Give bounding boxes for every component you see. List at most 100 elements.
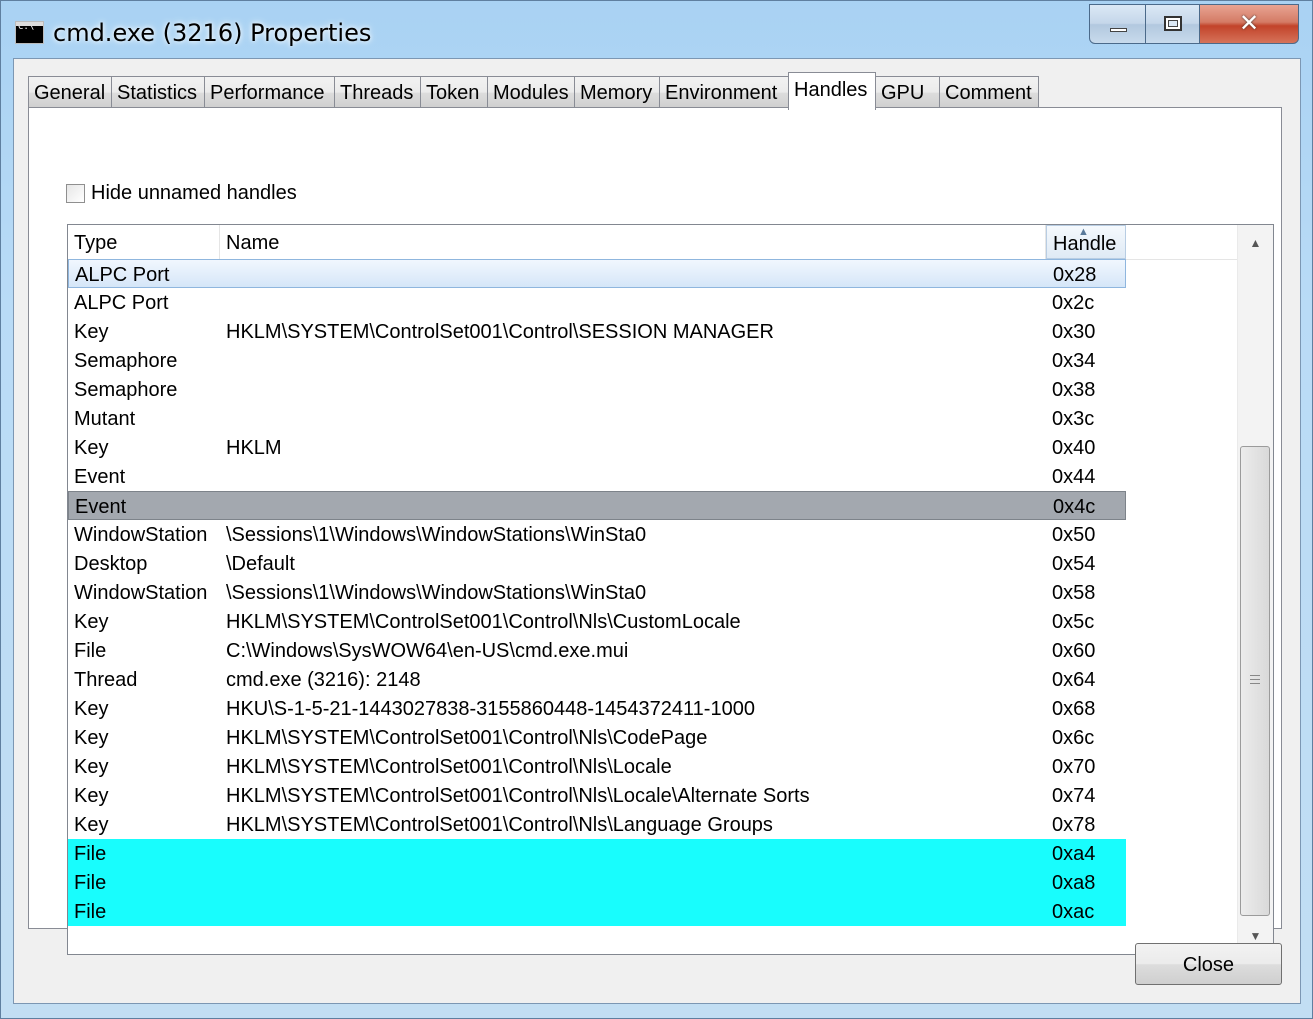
cell-type: Semaphore <box>74 350 178 372</box>
cell-handle: 0x4c <box>1053 496 1096 518</box>
table-row[interactable]: File 0xa8 <box>68 868 1126 897</box>
table-row[interactable]: Key HKLM\SYSTEM\ControlSet001\Control\Nls… <box>68 810 1126 839</box>
cell-handle: 0x34 <box>1052 350 1096 372</box>
table-row[interactable]: Key HKLM\SYSTEM\ControlSet001\Control\Nls… <box>68 752 1126 781</box>
cell-type: Key <box>74 611 109 633</box>
table-row[interactable]: Key HKLM\SYSTEM\ControlSet001\Control\Nls… <box>68 723 1126 752</box>
title-bar[interactable]: C:\ cmd.exe (3216) Properties ✕ <box>1 1 1313 59</box>
cell-type: ALPC Port <box>75 264 170 286</box>
hide-unnamed-label[interactable]: Hide unnamed handles <box>91 182 297 205</box>
tab-environment[interactable]: Environment <box>659 76 789 108</box>
table-row[interactable]: Event 0x4c <box>68 491 1126 520</box>
cell-type: Key <box>74 437 109 459</box>
handles-list[interactable]: Type Name ▲ Handle ALPC Port 0x28 ALPC Por… <box>67 224 1274 955</box>
tab-handles[interactable]: Handles <box>788 72 876 110</box>
cell-handle: 0x50 <box>1052 524 1096 546</box>
table-row[interactable]: WindowStation \Sessions\1\Windows\WindowS… <box>68 578 1126 607</box>
cell-handle: 0x44 <box>1052 466 1096 488</box>
table-row[interactable]: Key HKLM\SYSTEM\ControlSet001\Control\Nls… <box>68 607 1126 636</box>
scrollbar-thumb[interactable] <box>1240 446 1270 916</box>
column-header-handle[interactable]: ▲ Handle <box>1046 225 1126 259</box>
close-icon: ✕ <box>1238 9 1260 37</box>
cell-name: C:\Windows\SysWOW64\en-US\cmd.exe.mui <box>226 640 629 662</box>
table-row[interactable]: ALPC Port 0x28 <box>68 259 1126 288</box>
cell-type: Key <box>74 814 109 836</box>
cell-name: cmd.exe (3216): 2148 <box>226 669 421 691</box>
cell-handle: 0x70 <box>1052 756 1096 778</box>
table-row[interactable]: Semaphore 0x34 <box>68 346 1126 375</box>
cell-name: HKLM\SYSTEM\ControlSet001\Control\Nls\La… <box>226 814 773 836</box>
cell-type: Key <box>74 698 109 720</box>
cell-name: HKLM\SYSTEM\ControlSet001\Control\Nls\Co… <box>226 727 708 749</box>
console-icon: C:\ <box>15 21 44 44</box>
tab-modules[interactable]: Modules <box>487 76 575 108</box>
scroll-up-arrow-icon[interactable]: ▲ <box>1238 225 1273 261</box>
cell-handle: 0x78 <box>1052 814 1096 836</box>
table-row[interactable]: Key HKLM\SYSTEM\ControlSet001\Control\Nls… <box>68 781 1126 810</box>
cell-type: WindowStation <box>74 582 208 604</box>
table-row[interactable]: Event 0x44 <box>68 462 1126 491</box>
cell-type: Mutant <box>74 408 136 430</box>
column-header-type[interactable]: Type <box>68 225 220 259</box>
cell-type: Desktop <box>74 553 148 575</box>
vertical-scrollbar[interactable]: ▲ ▼ <box>1237 225 1273 954</box>
cell-type: Event <box>74 466 126 488</box>
table-row[interactable]: Key HKLM\SYSTEM\ControlSet001\Control\SES… <box>68 317 1126 346</box>
cell-name: HKLM\SYSTEM\ControlSet001\Control\Nls\Lo… <box>226 785 810 807</box>
cell-handle: 0x74 <box>1052 785 1096 807</box>
cell-name: \Sessions\1\Windows\WindowStations\WinSt… <box>226 582 647 604</box>
table-row[interactable]: ALPC Port 0x2c <box>68 288 1126 317</box>
table-row[interactable]: File 0xac <box>68 897 1126 926</box>
cell-handle: 0x28 <box>1053 264 1097 286</box>
cell-type: Event <box>75 496 127 518</box>
table-row[interactable]: Key HKU\S-1-5-21-1443027838-3155860448-14… <box>68 694 1126 723</box>
window-close-button[interactable]: ✕ <box>1199 4 1299 44</box>
table-row[interactable]: File 0xa4 <box>68 839 1126 868</box>
tab-gpu[interactable]: GPU <box>875 76 940 108</box>
hide-unnamed-checkbox[interactable] <box>66 184 85 203</box>
column-header-name[interactable]: Name <box>220 225 1046 259</box>
cell-type: Key <box>74 321 109 343</box>
window-title: cmd.exe (3216) Properties <box>53 19 372 47</box>
cell-handle: 0x30 <box>1052 321 1096 343</box>
cell-name: HKLM\SYSTEM\ControlSet001\Control\SESSIO… <box>226 321 774 343</box>
cell-type: File <box>74 640 107 662</box>
table-row[interactable]: Thread cmd.exe (3216): 2148 0x64 <box>68 665 1126 694</box>
caption-buttons: ✕ <box>1089 4 1299 46</box>
table-row[interactable]: WindowStation \Sessions\1\Windows\WindowS… <box>68 520 1126 549</box>
table-row[interactable]: Key HKLM 0x40 <box>68 433 1126 462</box>
tab-memory[interactable]: Memory <box>574 76 660 108</box>
cell-handle: 0xa4 <box>1052 843 1096 865</box>
cell-name: HKLM <box>226 437 282 459</box>
cell-handle: 0x58 <box>1052 582 1096 604</box>
cell-type: ALPC Port <box>74 292 169 314</box>
table-row[interactable]: File C:\Windows\SysWOW64\en-US\cmd.exe.mu… <box>68 636 1126 665</box>
tab-threads[interactable]: Threads <box>334 76 421 108</box>
list-header: Type Name ▲ Handle <box>68 225 1238 260</box>
cell-handle: 0xac <box>1052 901 1095 923</box>
handles-tab-panel: Hide unnamed handles Type Name ▲ Handle … <box>28 107 1282 955</box>
cell-handle: 0x40 <box>1052 437 1096 459</box>
minimize-button[interactable] <box>1089 4 1146 44</box>
cell-handle: 0x54 <box>1052 553 1096 575</box>
tab-token[interactable]: Token <box>420 76 488 108</box>
cell-handle: 0x68 <box>1052 698 1096 720</box>
cell-type: Key <box>74 756 109 778</box>
cell-handle: 0xa8 <box>1052 872 1096 894</box>
cell-handle: 0x2c <box>1052 292 1095 314</box>
minimize-icon <box>1110 28 1127 32</box>
tab-statistics[interactable]: Statistics <box>111 76 205 108</box>
cell-name: HKLM\SYSTEM\ControlSet001\Control\Nls\Cu… <box>226 611 741 633</box>
sort-ascending-icon: ▲ <box>1078 226 1089 238</box>
tab-performance[interactable]: Performance <box>204 76 335 108</box>
close-button[interactable]: Close <box>1135 943 1282 985</box>
cell-type: File <box>74 872 107 894</box>
maximize-button[interactable] <box>1145 4 1200 44</box>
table-row[interactable]: Mutant 0x3c <box>68 404 1126 433</box>
tab-general[interactable]: General <box>28 76 112 108</box>
cell-handle: 0x6c <box>1052 727 1095 749</box>
tab-comment[interactable]: Comment <box>939 76 1039 108</box>
cell-type: Key <box>74 785 109 807</box>
table-row[interactable]: Semaphore 0x38 <box>68 375 1126 404</box>
table-row[interactable]: Desktop \Default 0x54 <box>68 549 1126 578</box>
